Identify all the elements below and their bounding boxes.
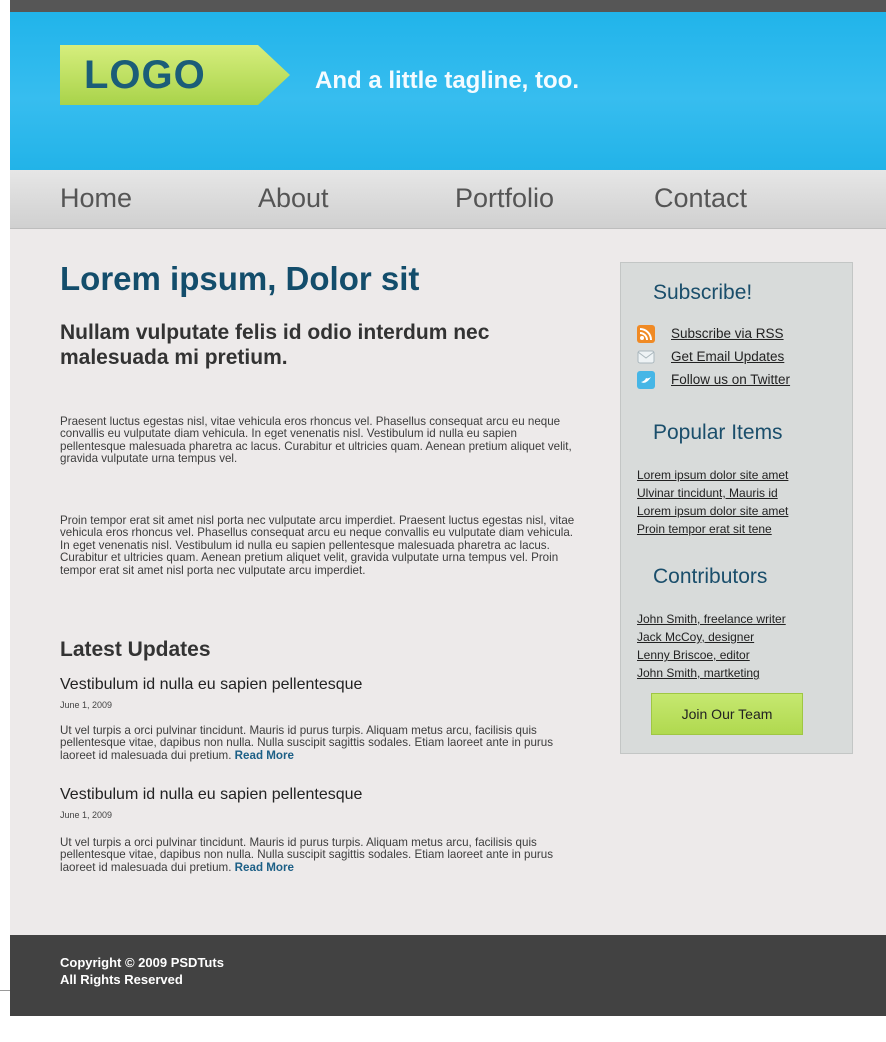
email-icon	[637, 350, 655, 364]
top-bar	[10, 0, 886, 12]
popular-items-list: Lorem ipsum dolor site amet Ulvinar tinc…	[637, 466, 788, 538]
latest-updates-heading: Latest Updates	[60, 638, 211, 661]
nav-portfolio[interactable]: Portfolio	[455, 183, 554, 214]
contributors-heading: Contributors	[653, 565, 768, 588]
subscribe-rss-link[interactable]: Subscribe via RSS	[671, 326, 784, 341]
popular-item-link[interactable]: Lorem ipsum dolor site amet	[637, 502, 788, 520]
post-body-text: Ut vel turpis a orci pulvinar tincidunt.…	[60, 724, 554, 762]
popular-items-heading: Popular Items	[653, 421, 783, 444]
paragraph-1: Praesent luctus egestas nisl, vitae vehi…	[60, 415, 572, 466]
post-body-text: Ut vel turpis a orci pulvinar tincidunt.…	[60, 836, 554, 874]
post-date: June 1, 2009	[60, 810, 113, 820]
contributor-link[interactable]: Lenny Briscoe, editor	[637, 646, 786, 664]
popular-item-link[interactable]: Proin tempor erat sit tene	[637, 520, 788, 538]
main-nav: Home About Portfolio Contact	[10, 170, 886, 229]
contributors-list: John Smith, freelance writer Jack McCoy,…	[637, 610, 786, 682]
read-more-link[interactable]: Read More	[235, 861, 294, 874]
post-title[interactable]: Vestibulum id nulla eu sapien pellentesq…	[60, 676, 362, 694]
popular-item-link[interactable]: Lorem ipsum dolor site amet	[637, 466, 788, 484]
rss-icon	[637, 325, 655, 343]
join-team-button[interactable]: Join Our Team	[651, 693, 803, 735]
logo-text: LOGO	[84, 53, 206, 97]
contributor-link[interactable]: John Smith, martketing	[637, 664, 786, 682]
divider	[0, 990, 10, 991]
sidebar: Subscribe! Subscribe via RSS Get Email U…	[620, 262, 853, 754]
logo[interactable]: LOGO	[60, 45, 290, 105]
post-body: Ut vel turpis a orci pulvinar tincidunt.…	[60, 724, 580, 762]
subscribe-heading: Subscribe!	[653, 281, 753, 304]
footer-rights: All Rights Reserved	[60, 972, 183, 987]
lead-text: Nullam vulputate felis id odio interdum …	[60, 321, 490, 369]
subscribe-email-link[interactable]: Get Email Updates	[671, 349, 784, 364]
nav-contact[interactable]: Contact	[654, 183, 747, 214]
tagline: And a little tagline, too.	[315, 67, 579, 94]
nav-home[interactable]: Home	[60, 183, 132, 214]
popular-item-link[interactable]: Ulvinar tincidunt, Mauris id	[637, 484, 788, 502]
footer: Copyright © 2009 PSDTuts All Rights Rese…	[10, 935, 886, 1016]
footer-copyright: Copyright © 2009 PSDTuts	[60, 955, 224, 970]
subscribe-twitter-link[interactable]: Follow us on Twitter	[671, 372, 790, 387]
page: LOGO And a little tagline, too. Home Abo…	[10, 0, 886, 1016]
contributor-link[interactable]: Jack McCoy, designer	[637, 628, 786, 646]
post-title[interactable]: Vestibulum id nulla eu sapien pellentesq…	[60, 786, 362, 804]
read-more-link[interactable]: Read More	[235, 749, 294, 762]
page-title: Lorem ipsum, Dolor sit	[60, 260, 420, 297]
header: LOGO And a little tagline, too.	[10, 12, 886, 170]
twitter-icon	[637, 371, 655, 389]
contributor-link[interactable]: John Smith, freelance writer	[637, 610, 786, 628]
post-date: June 1, 2009	[60, 700, 113, 710]
nav-about[interactable]: About	[258, 183, 329, 214]
paragraph-2: Proin tempor erat sit amet nisl porta ne…	[60, 514, 575, 577]
post-body: Ut vel turpis a orci pulvinar tincidunt.…	[60, 836, 580, 874]
